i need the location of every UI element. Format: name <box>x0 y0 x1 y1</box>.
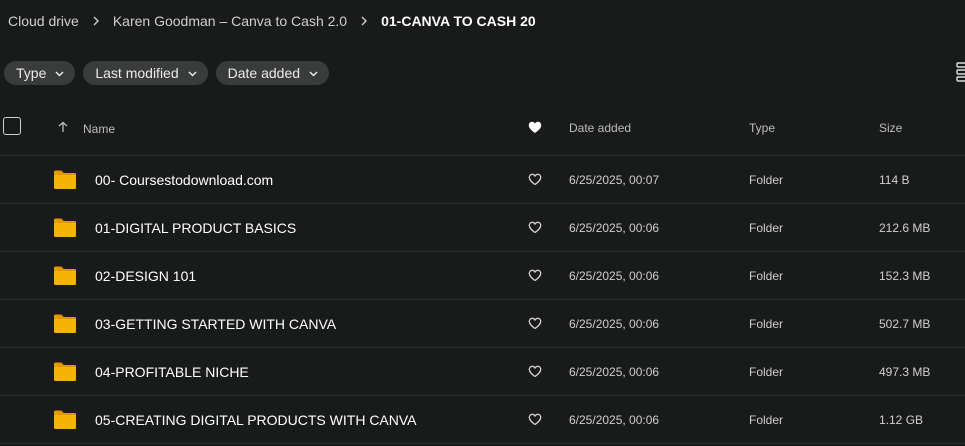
heart-filled-icon[interactable] <box>528 121 542 134</box>
breadcrumb-course-folder[interactable]: Karen Goodman – Canva to Cash 2.0 <box>113 13 347 29</box>
file-list: 00- Coursestodownload.com 6/25/2025, 00:… <box>0 156 965 444</box>
table-row[interactable]: 03-GETTING STARTED WITH CANVA 6/25/2025,… <box>0 300 965 348</box>
last-modified-filter-label: Last modified <box>95 65 179 81</box>
chevron-right-icon <box>91 16 101 26</box>
folder-name: 00- Coursestodownload.com <box>95 172 274 188</box>
folder-icon <box>54 410 76 429</box>
table-row[interactable]: 04-PROFITABLE NICHE 6/25/2025, 00:06 Fol… <box>0 348 965 396</box>
breadcrumb-current-folder: 01-CANVA TO CASH 20 <box>381 13 536 29</box>
arrow-up-icon[interactable] <box>57 121 69 133</box>
heart-outline-icon[interactable] <box>528 173 542 186</box>
size-value: 502.7 MB <box>879 317 931 331</box>
breadcrumb-cloud-drive[interactable]: Cloud drive <box>8 13 79 29</box>
last-modified-filter-button[interactable]: Last modified <box>83 61 208 85</box>
folder-icon <box>54 218 76 237</box>
date-added-value: 6/25/2025, 00:06 <box>569 317 660 331</box>
type-value: Folder <box>749 221 784 235</box>
folder-name: 03-GETTING STARTED WITH CANVA <box>95 316 337 332</box>
folder-name: 04-PROFITABLE NICHE <box>95 364 249 380</box>
chevron-down-icon <box>187 68 198 79</box>
table-row[interactable]: 02-DESIGN 101 6/25/2025, 00:06 Folder 15… <box>0 252 965 300</box>
type-value: Folder <box>749 413 784 427</box>
breadcrumb: Cloud drive Karen Goodman – Canva to Cas… <box>8 0 536 42</box>
date-added-value: 6/25/2025, 00:06 <box>569 221 660 235</box>
date-added-value: 6/25/2025, 00:07 <box>569 173 660 187</box>
chevron-down-icon <box>54 68 65 79</box>
select-all-checkbox[interactable] <box>3 117 21 135</box>
folder-name: 02-DESIGN 101 <box>95 268 197 284</box>
date-added-filter-button[interactable]: Date added <box>215 61 330 85</box>
chevron-down-icon <box>308 68 319 79</box>
table-row[interactable]: 01-DIGITAL PRODUCT BASICS 6/25/2025, 00:… <box>0 204 965 252</box>
filter-bar: Type Last modified Date added <box>4 61 330 85</box>
size-column-header[interactable]: Size <box>879 121 902 135</box>
date-added-value: 6/25/2025, 00:06 <box>569 413 660 427</box>
folder-name: 01-DIGITAL PRODUCT BASICS <box>95 220 297 236</box>
size-value: 497.3 MB <box>879 365 931 379</box>
type-value: Folder <box>749 317 784 331</box>
folder-icon <box>54 266 76 285</box>
table-header: Name Date added Type Size <box>0 104 965 156</box>
date-added-column-header[interactable]: Date added <box>569 121 631 135</box>
date-added-filter-label: Date added <box>227 65 301 81</box>
heart-outline-icon[interactable] <box>528 221 542 234</box>
size-value: 114 B <box>879 173 910 187</box>
table-row[interactable]: 05-CREATING DIGITAL PRODUCTS WITH CANVA … <box>0 396 965 444</box>
date-added-value: 6/25/2025, 00:06 <box>569 269 660 283</box>
heart-outline-icon[interactable] <box>528 269 542 282</box>
size-value: 1.12 GB <box>879 413 924 427</box>
heart-outline-icon[interactable] <box>528 317 542 330</box>
type-value: Folder <box>749 173 784 187</box>
date-added-value: 6/25/2025, 00:06 <box>569 365 660 379</box>
size-value: 152.3 MB <box>879 269 931 283</box>
folder-name: 05-CREATING DIGITAL PRODUCTS WITH CANVA <box>95 412 417 428</box>
name-column-header[interactable]: Name <box>83 122 115 136</box>
type-column-header[interactable]: Type <box>749 121 775 135</box>
chevron-right-icon <box>359 16 369 26</box>
folder-icon <box>54 170 76 189</box>
list-view-icon[interactable] <box>954 62 965 82</box>
size-value: 212.6 MB <box>879 221 931 235</box>
type-filter-label: Type <box>16 65 47 81</box>
type-value: Folder <box>749 365 784 379</box>
folder-icon <box>54 314 76 333</box>
type-filter-button[interactable]: Type <box>4 61 76 85</box>
type-value: Folder <box>749 269 784 283</box>
table-row[interactable]: 00- Coursestodownload.com 6/25/2025, 00:… <box>0 156 965 204</box>
heart-outline-icon[interactable] <box>528 413 542 426</box>
folder-icon <box>54 362 76 381</box>
heart-outline-icon[interactable] <box>528 365 542 378</box>
